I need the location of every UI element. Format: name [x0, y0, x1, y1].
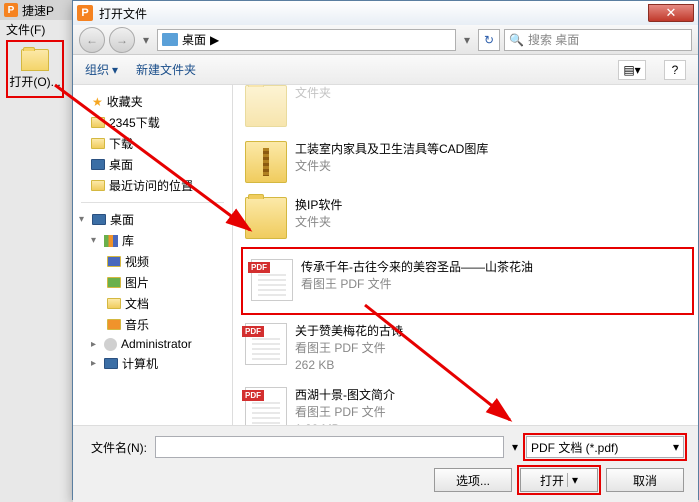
nav-back-button[interactable]: ←	[79, 27, 105, 53]
app-titlebar: P 捷速P	[0, 0, 72, 20]
tree-computer[interactable]: ▸计算机	[73, 353, 232, 374]
list-item[interactable]: 西湖十景-图文简介 看图王 PDF 文件 1.20 MB	[241, 381, 694, 425]
search-input[interactable]: 🔍 搜索 桌面	[504, 29, 692, 51]
list-item[interactable]: 文件夹	[241, 85, 694, 133]
app-icon: P	[4, 3, 18, 17]
tree-desktop[interactable]: ▾桌面	[73, 209, 232, 230]
tree-item[interactable]: 图片	[73, 272, 232, 293]
computer-icon	[104, 358, 118, 369]
sidebar-tree: ★收藏夹 2345下载 下载 桌面 最近访问的位置 ▾桌面 ▾库 视频 图片 文…	[73, 85, 233, 425]
list-item[interactable]: 关于赞美梅花的古诗 看图王 PDF 文件 262 KB	[241, 317, 694, 379]
document-icon	[107, 298, 121, 309]
filename-dropdown[interactable]: ▾	[512, 440, 518, 454]
filetype-select[interactable]: PDF 文档 (*.pdf)▾	[526, 436, 684, 458]
archive-icon	[245, 141, 287, 183]
folder-icon	[91, 138, 105, 149]
dialog-titlebar: P 打开文件 ✕	[73, 1, 698, 25]
breadcrumb-arrow-icon: ▶	[210, 33, 219, 47]
dialog-toolbar: 组织 ▾ 新建文件夹 ▤▾ ?	[73, 55, 698, 85]
highlighted-file: 传承千年-古往今来的美容圣品——山茶花油 看图王 PDF 文件	[241, 247, 694, 315]
desktop-icon	[92, 214, 106, 225]
desktop-icon	[91, 159, 105, 170]
tree-admin[interactable]: ▸Administrator	[73, 335, 232, 353]
new-folder-button[interactable]: 新建文件夹	[136, 61, 196, 78]
breadcrumb[interactable]: 桌面 ▶	[157, 29, 456, 51]
app-title-text: 捷速P	[22, 2, 54, 19]
desktop-icon	[162, 33, 178, 46]
pdf-icon	[245, 323, 287, 365]
tree-item[interactable]: 最近访问的位置	[73, 175, 232, 196]
toolbar-open-button[interactable]: 打开(O)...	[6, 40, 64, 98]
folder-icon	[245, 85, 287, 127]
open-file-dialog: P 打开文件 ✕ ← → ▾ 桌面 ▶ ▾ ↻ 🔍 搜索 桌面 组织 ▾ 新建文…	[72, 0, 699, 500]
file-list: 文件夹 工装室内家具及卫生洁具等CAD图库 文件夹 换IP软件 文件夹	[233, 85, 698, 425]
recent-icon	[91, 180, 105, 191]
user-icon	[104, 338, 117, 351]
chevron-down-icon: ▾	[112, 63, 118, 77]
open-button[interactable]: 打开▾	[520, 468, 598, 492]
tree-item[interactable]: 音乐	[73, 314, 232, 335]
list-item[interactable]: 传承千年-古往今来的美容圣品——山茶花油 看图王 PDF 文件	[247, 253, 688, 307]
search-icon: 🔍	[509, 33, 524, 47]
dialog-navbar: ← → ▾ 桌面 ▶ ▾ ↻ 🔍 搜索 桌面	[73, 25, 698, 55]
dialog-footer: 文件名(N): ▾ PDF 文档 (*.pdf)▾ 选项... 打开▾ 取消	[73, 425, 698, 502]
music-icon	[107, 319, 121, 330]
tree-item[interactable]: 下载	[73, 133, 232, 154]
cancel-button[interactable]: 取消	[606, 468, 684, 492]
star-icon: ★	[92, 95, 103, 109]
close-button[interactable]: ✕	[648, 4, 694, 22]
list-item[interactable]: 换IP软件 文件夹	[241, 191, 694, 245]
list-item[interactable]: 工装室内家具及卫生洁具等CAD图库 文件夹	[241, 135, 694, 189]
open-folder-icon	[21, 49, 49, 71]
breadcrumb-dropdown[interactable]: ▾	[460, 28, 474, 52]
filename-input[interactable]	[155, 436, 504, 458]
tree-favorites[interactable]: ★收藏夹	[73, 91, 232, 112]
pdf-icon	[245, 387, 287, 425]
chevron-down-icon: ▾	[567, 473, 578, 487]
tree-library[interactable]: ▾库	[73, 230, 232, 251]
breadcrumb-location: 桌面	[182, 31, 206, 48]
library-icon	[104, 235, 118, 247]
dialog-icon: P	[77, 5, 93, 21]
folder-icon	[91, 117, 105, 128]
tree-item[interactable]: 视频	[73, 251, 232, 272]
search-placeholder: 搜索 桌面	[528, 31, 579, 48]
chevron-down-icon: ▾	[673, 440, 679, 454]
tree-item[interactable]: 2345下载	[73, 112, 232, 133]
nav-history-dropdown[interactable]: ▾	[139, 28, 153, 52]
view-mode-button[interactable]: ▤▾	[618, 60, 646, 80]
refresh-button[interactable]: ↻	[478, 29, 500, 51]
filename-label: 文件名(N):	[87, 439, 147, 456]
options-button[interactable]: 选项...	[434, 468, 512, 492]
help-button[interactable]: ?	[664, 60, 686, 80]
dialog-title-text: 打开文件	[99, 5, 147, 22]
pdf-icon	[251, 259, 293, 301]
menu-file[interactable]: 文件(F)	[0, 20, 72, 38]
nav-forward-button[interactable]: →	[109, 27, 135, 53]
picture-icon	[107, 277, 121, 288]
video-icon	[107, 256, 121, 267]
tree-item[interactable]: 文档	[73, 293, 232, 314]
folder-icon	[245, 197, 287, 239]
open-button-label: 打开(O)...	[9, 73, 60, 90]
organize-menu[interactable]: 组织 ▾	[85, 61, 118, 78]
tree-item[interactable]: 桌面	[73, 154, 232, 175]
